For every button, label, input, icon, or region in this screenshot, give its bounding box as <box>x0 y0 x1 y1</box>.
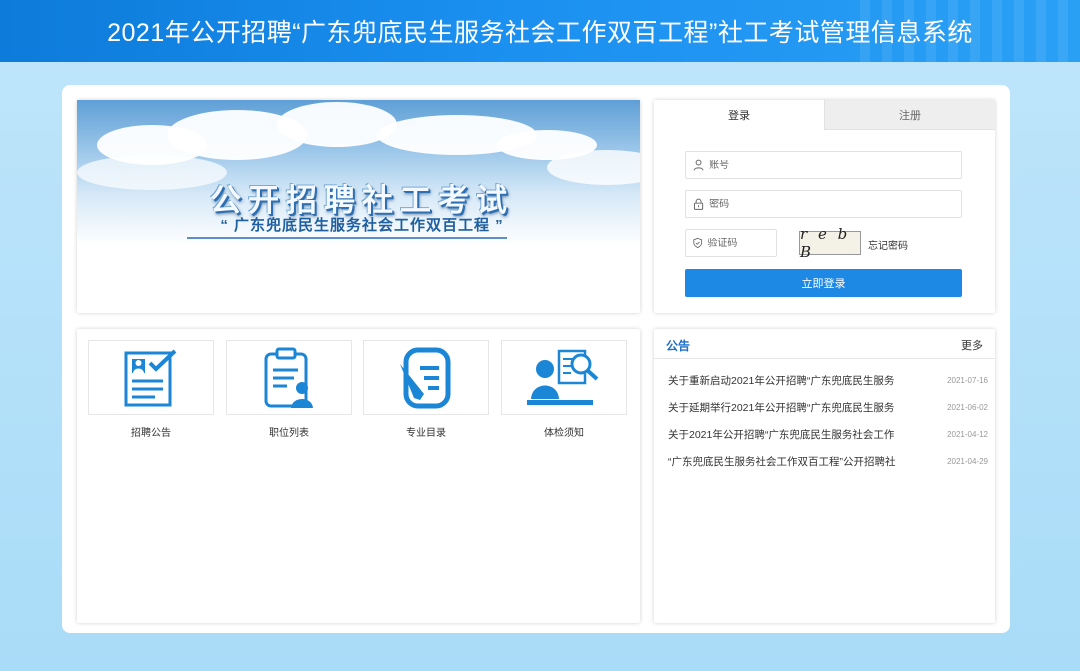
banner-image: 公开招聘社工考试 “ 广东兜底民生服务社会工作双百工程 ” <box>77 100 640 246</box>
notice-item-text[interactable]: “广东兜底民生服务社会工作双百工程”公开招聘社 <box>668 454 926 469</box>
notice-item[interactable]: “广东兜底民生服务社会工作双百工程”公开招聘社 2021-04-29 <box>668 452 988 470</box>
forgot-password-link[interactable]: 忘记密码 <box>868 237 908 252</box>
notice-item-date: 2021-06-02 <box>947 402 988 412</box>
notice-item-text[interactable]: 关于延期举行2021年公开招聘“广东兜底民生服务 <box>668 400 926 415</box>
notice-item[interactable]: 关于2021年公开招聘“广东兜底民生服务社会工作 2021-04-12 <box>668 425 988 443</box>
account-field[interactable] <box>685 151 962 179</box>
password-input[interactable] <box>709 198 961 210</box>
banner-subtitle: “ 广东兜底民生服务社会工作双百工程 ” <box>220 217 504 234</box>
lock-icon <box>693 198 704 210</box>
service-medical-exam[interactable] <box>501 340 627 415</box>
notice-more-link[interactable]: 更多 <box>961 337 983 353</box>
login-panel: 登录 注册 r e b B 忘记密码 立即登录 <box>654 100 995 313</box>
notice-item-date: 2021-07-16 <box>947 375 988 385</box>
page-title: 2021年公开招聘“广东兜底民生服务社会工作双百工程”社工考试管理信息系统 <box>107 19 973 47</box>
notice-item-text[interactable]: 关于重新启动2021年公开招聘“广东兜底民生服务 <box>668 373 926 388</box>
captcha-field[interactable] <box>685 229 777 257</box>
service-recruitment-notice[interactable] <box>88 340 214 415</box>
tab-register[interactable]: 注册 <box>824 100 995 130</box>
captcha-input[interactable] <box>707 237 776 249</box>
account-input[interactable] <box>709 159 961 171</box>
password-field[interactable] <box>685 190 962 218</box>
notice-item[interactable]: 关于重新启动2021年公开招聘“广东兜底民生服务 2021-07-16 <box>668 371 988 389</box>
service-major-catalog[interactable] <box>363 340 489 415</box>
position-list-icon <box>264 347 313 408</box>
login-button[interactable]: 立即登录 <box>685 269 962 297</box>
tab-login[interactable]: 登录 <box>654 100 824 130</box>
service-label-medical[interactable]: 体检须知 <box>501 424 627 439</box>
captcha-image[interactable]: r e b B <box>799 225 861 261</box>
banner-underline <box>187 237 507 239</box>
services-panel: 招聘公告 职位列表 专业目录 体检须知 <box>77 329 640 623</box>
notice-item-date: 2021-04-12 <box>947 429 988 439</box>
service-position-list[interactable] <box>226 340 352 415</box>
major-catalog-icon <box>400 347 451 408</box>
medical-exam-icon <box>527 349 599 405</box>
main-container: 公开招聘社工考试 “ 广东兜底民生服务社会工作双百工程 ” 登录 注册 r e … <box>62 85 1010 633</box>
login-tabs: 登录 注册 <box>654 100 995 130</box>
header-bar: 2021年公开招聘“广东兜底民生服务社会工作双百工程”社工考试管理信息系统 <box>0 0 1080 62</box>
notice-item-date: 2021-04-29 <box>947 456 988 466</box>
notice-panel: 公告 更多 关于重新启动2021年公开招聘“广东兜底民生服务 2021-07-1… <box>654 329 995 623</box>
service-label-majors[interactable]: 专业目录 <box>363 424 489 439</box>
shield-icon <box>693 237 703 249</box>
user-icon <box>693 159 704 171</box>
service-label-recruitment[interactable]: 招聘公告 <box>88 424 214 439</box>
notice-item[interactable]: 关于延期举行2021年公开招聘“广东兜底民生服务 2021-06-02 <box>668 398 988 416</box>
service-label-positions[interactable]: 职位列表 <box>226 424 352 439</box>
notice-title: 公告 <box>666 339 691 353</box>
recruitment-notice-icon <box>124 349 177 406</box>
notice-header: 公告 更多 <box>654 329 995 359</box>
notice-item-text[interactable]: 关于2021年公开招聘“广东兜底民生服务社会工作 <box>668 427 926 442</box>
banner-panel: 公开招聘社工考试 “ 广东兜底民生服务社会工作双百工程 ” <box>77 100 640 313</box>
